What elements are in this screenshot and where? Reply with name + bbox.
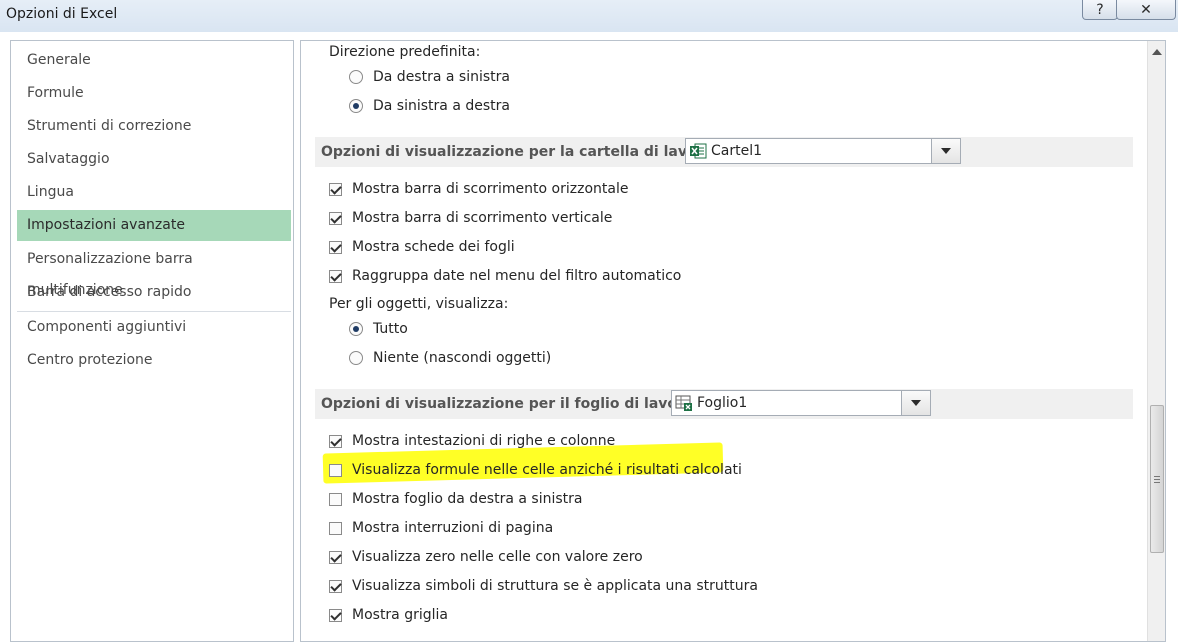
section-title: Opzioni di visualizzazione per il foglio… [321,396,700,412]
workbook-select[interactable]: Cartel1 [685,138,961,164]
radio-button[interactable] [349,99,363,113]
section-title: Opzioni di visualizzazione per la cartel… [321,144,719,160]
option-label: Da destra a sinistra [373,69,510,85]
chevron-down-icon[interactable] [901,391,930,415]
radio-right-to-left[interactable]: Da destra a sinistra [349,65,510,89]
help-button[interactable]: ? [1082,0,1118,20]
checkbox[interactable] [329,550,342,564]
grip-line [1154,479,1160,480]
checkbox-row[interactable]: Visualizza simboli di struttura se è app… [329,574,758,598]
option-label: Mostra griglia [352,607,448,623]
radio-all-objects[interactable]: Tutto [349,317,408,341]
checkbox[interactable] [329,211,342,225]
checkbox[interactable] [329,434,342,448]
option-label: Visualizza zero nelle celle con valore z… [352,549,643,565]
option-label: Niente (nascondi oggetti) [373,350,552,366]
chevron-down-icon[interactable] [931,139,960,163]
option-label: Raggruppa date nel menu del filtro autom… [352,268,682,284]
option-label: Da sinistra a destra [373,98,510,114]
radio-hide-objects[interactable]: Niente (nascondi oggetti) [349,346,551,370]
excel-sheet-icon [675,395,692,411]
worksheet-select[interactable]: Foglio1 [671,390,931,416]
checkbox-row[interactable]: Mostra barra di scorrimento orizzontale [329,177,628,201]
nav-item-lingua[interactable]: Lingua [17,177,291,208]
checkbox[interactable] [329,182,342,196]
option-label: Mostra foglio da destra a sinistra [352,491,583,507]
nav-item-impostazioni-avanzate[interactable]: Impostazioni avanzate [17,210,291,241]
checkbox-row[interactable]: Mostra foglio da destra a sinistra [329,487,582,511]
checkbox[interactable] [329,608,342,622]
checkbox-row[interactable]: Mostra barra di scorrimento verticale [329,206,612,230]
option-label: Visualizza simboli di struttura se è app… [352,578,758,594]
option-label: Mostra barra di scorrimento verticale [352,210,613,226]
nav-item-generale[interactable]: Generale [17,45,291,76]
radio-left-to-right[interactable]: Da sinistra a destra [349,94,510,118]
category-nav: Generale Formule Strumenti di correzione… [10,40,294,642]
workbook-selected-value: Cartel1 [711,143,763,159]
close-button[interactable]: ✕ [1116,0,1176,20]
nav-item-personalizzazione-barra[interactable]: Personalizzazione barra multifunzione [17,244,291,298]
excel-workbook-icon [690,143,707,159]
scroll-thumb[interactable] [1150,405,1164,553]
option-label: Mostra interruzioni di pagina [352,520,554,536]
checkbox-row[interactable]: Raggruppa date nel menu del filtro autom… [329,264,681,288]
checkbox-row[interactable]: Visualizza zero nelle celle con valore z… [329,545,643,569]
window-title: Opzioni di Excel [6,6,118,22]
option-label: Visualizza formule nelle celle anziché i… [352,462,742,478]
checkbox-row[interactable]: Mostra schede dei fogli [329,235,515,259]
checkbox[interactable] [329,492,342,506]
settings-panel: Direzione predefinita: Da destra a sinis… [300,40,1166,642]
nav-item-componenti-aggiuntivi[interactable]: Componenti aggiuntivi [17,312,291,343]
option-label: Mostra schede dei fogli [352,239,515,255]
option-label: Mostra barra di scorrimento orizzontale [352,181,629,197]
objects-label: Per gli oggetti, visualizza: [329,296,509,312]
title-bar: Opzioni di Excel ? ✕ [0,0,1178,32]
grip-line [1154,482,1160,483]
nav-item-barra-accesso-rapido[interactable]: Barra di accesso rapido [17,277,291,308]
checkbox[interactable] [329,579,342,593]
option-label: Tutto [373,321,408,337]
vertical-scrollbar[interactable] [1147,41,1165,641]
nav-item-salvataggio[interactable]: Salvataggio [17,144,291,175]
checkbox-row[interactable]: Mostra interruzioni di pagina [329,516,553,540]
radio-button[interactable] [349,70,363,84]
checkbox[interactable] [329,240,342,254]
radio-button[interactable] [349,322,363,336]
nav-item-centro-protezione[interactable]: Centro protezione [17,345,291,376]
radio-button[interactable] [349,351,363,365]
checkbox-row[interactable]: Mostra griglia [329,603,448,627]
nav-item-formule[interactable]: Formule [17,78,291,109]
checkbox-row-show-formulas[interactable]: Visualizza formule nelle celle anziché i… [329,458,742,482]
checkbox[interactable] [329,521,342,535]
worksheet-selected-value: Foglio1 [697,395,748,411]
checkbox[interactable] [329,269,342,283]
scroll-up-arrow-icon[interactable] [1152,49,1162,55]
nav-item-strumenti-correzione[interactable]: Strumenti di correzione [17,111,291,142]
grip-line [1154,476,1160,477]
checkbox[interactable] [329,463,342,477]
direction-label: Direzione predefinita: [329,44,481,60]
